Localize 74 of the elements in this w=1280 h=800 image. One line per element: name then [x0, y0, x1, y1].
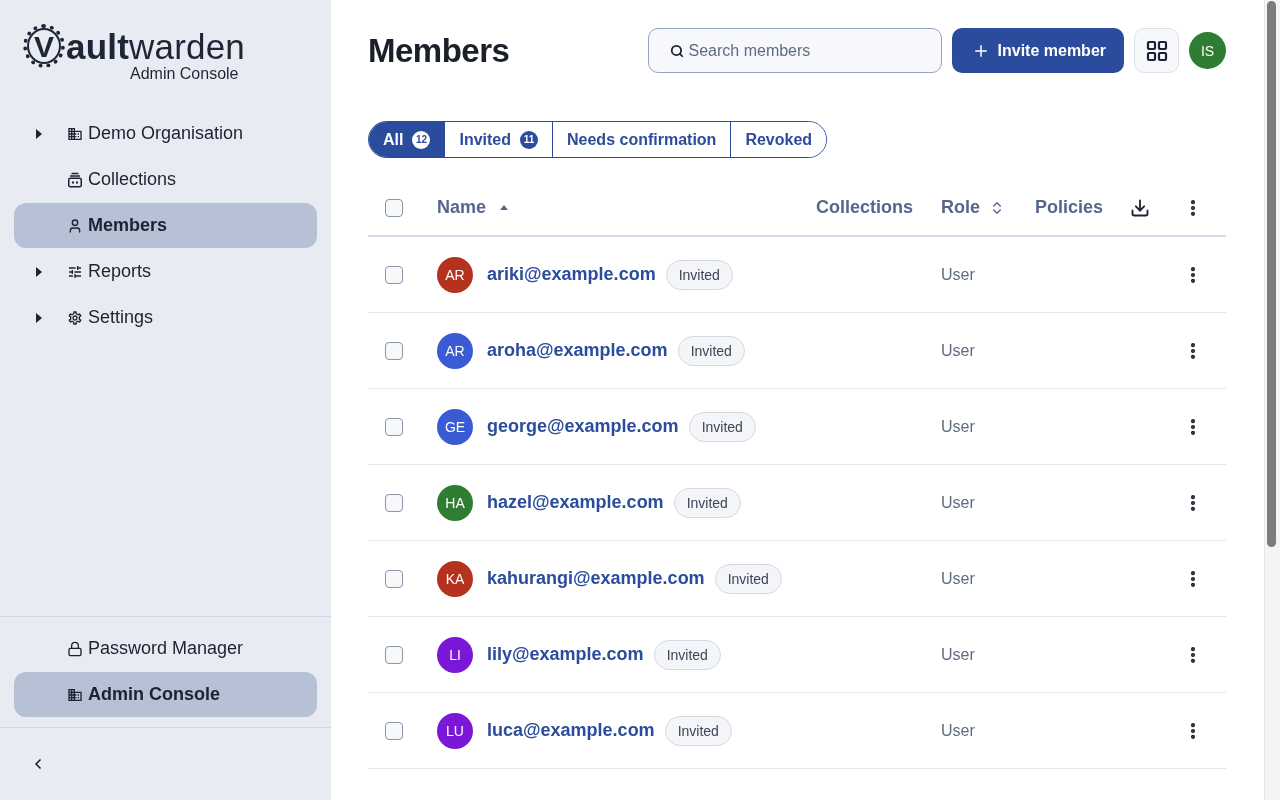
building-icon	[67, 125, 83, 142]
avatar: GE	[437, 408, 473, 445]
invite-button[interactable]: Invite member	[951, 28, 1124, 73]
logo-subtitle: Admin Console	[130, 65, 240, 83]
building-icon	[67, 686, 83, 703]
sliders-icon	[67, 263, 83, 280]
search-icon	[669, 43, 684, 58]
settings-icon	[67, 309, 83, 326]
member-email[interactable]: kahurangi@example.com	[487, 568, 705, 589]
role-text: User	[941, 265, 975, 284]
logo-mark: V	[23, 24, 65, 68]
logo-wordmark: aultwarden	[66, 28, 246, 64]
row-checkbox[interactable]	[385, 645, 403, 664]
member-email[interactable]: luca@example.com	[487, 720, 655, 741]
avatar: LU	[437, 712, 473, 749]
status-badge: Invited	[664, 715, 732, 746]
count-badge: 11	[520, 130, 538, 149]
status-badge: Invited	[688, 411, 756, 442]
count-badge: 12	[412, 130, 431, 149]
apps-button[interactable]	[1134, 28, 1179, 73]
nav-item[interactable]: Admin Console	[14, 672, 317, 717]
avatar: AR	[437, 332, 473, 369]
scrollbar-thumb[interactable]	[1267, 1, 1276, 547]
status-badge: Invited	[653, 639, 721, 670]
member-email[interactable]: george@example.com	[487, 416, 679, 437]
nav-item[interactable]: Password Manager	[14, 626, 317, 671]
column-header: Collections	[816, 197, 913, 218]
avatar: HA	[437, 484, 473, 521]
filter-tab[interactable]: Revoked	[730, 122, 827, 157]
row-checkbox[interactable]	[385, 265, 403, 284]
member-email[interactable]: aroha@example.com	[487, 340, 668, 361]
lock-icon	[67, 640, 83, 657]
status-badge: Invited	[714, 563, 782, 594]
sort-ascending-icon[interactable]	[500, 205, 509, 210]
caret-icon[interactable]	[36, 312, 42, 323]
role-text: User	[941, 493, 975, 512]
column-header: Policies	[1035, 197, 1104, 218]
collections-icon	[67, 171, 83, 188]
role-text: User	[941, 569, 975, 588]
search-field[interactable]: Search members	[647, 28, 942, 73]
page-title: Members	[368, 31, 510, 70]
status-badge: Invited	[677, 335, 745, 366]
column-header[interactable]: Name	[437, 197, 487, 218]
nav-item[interactable]: Reports	[14, 249, 317, 294]
person-icon	[67, 217, 83, 234]
avatar: KA	[437, 560, 473, 597]
row-checkbox[interactable]	[385, 569, 403, 588]
role-text: User	[941, 341, 975, 360]
member-email[interactable]: hazel@example.com	[487, 492, 664, 513]
row-checkbox[interactable]	[385, 493, 403, 512]
role-text: User	[941, 645, 975, 664]
row-checkbox[interactable]	[385, 341, 403, 360]
status-badge: Invited	[673, 487, 741, 518]
caret-icon[interactable]	[36, 128, 42, 139]
user-avatar[interactable]: IS	[1189, 32, 1226, 69]
member-email[interactable]: ariki@example.com	[487, 264, 656, 285]
column-header[interactable]: Role	[941, 197, 980, 218]
member-email[interactable]: lily@example.com	[487, 644, 644, 665]
status-badge: Invited	[665, 259, 733, 290]
grid-icon	[1144, 38, 1169, 63]
select-all-checkbox[interactable]	[385, 198, 403, 217]
nav-item[interactable]: Members	[14, 203, 317, 248]
filter-tab[interactable]: All 12	[369, 122, 445, 157]
row-checkbox[interactable]	[385, 721, 403, 740]
nav-item[interactable]: Settings	[14, 295, 317, 340]
download-icon[interactable]	[1130, 197, 1150, 218]
avatar: AR	[437, 256, 473, 293]
nav-item[interactable]: Collections	[14, 157, 317, 202]
avatar: LI	[437, 636, 473, 673]
caret-icon[interactable]	[36, 266, 42, 277]
role-text: User	[941, 417, 975, 436]
row-checkbox[interactable]	[385, 417, 403, 436]
role-text: User	[941, 721, 975, 740]
nav-item[interactable]: Demo Organisation	[14, 111, 317, 156]
